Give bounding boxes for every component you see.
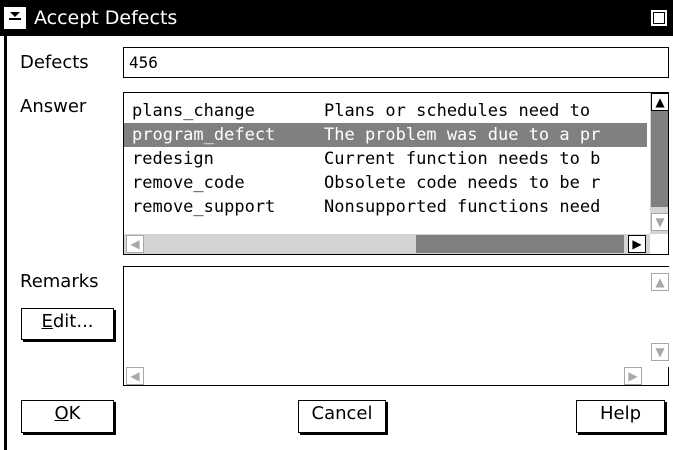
edit-button[interactable]: Edit... <box>21 308 114 340</box>
list-item-selected[interactable]: program_defect The problem was due to a … <box>124 123 647 147</box>
answer-horizontal-scrollbar[interactable]: ◀ ▶ <box>124 234 650 254</box>
list-item[interactable]: plans_change Plans or schedules need to <box>124 99 647 123</box>
ok-mnemonic: O <box>54 403 69 424</box>
maximize-icon[interactable] <box>650 9 668 27</box>
window-title: Accept Defects <box>34 7 178 29</box>
list-item-description: The problem was due to a pr <box>324 125 601 145</box>
defects-input-text[interactable] <box>129 48 649 77</box>
list-item-code: plans_change <box>132 101 255 121</box>
scroll-up-arrow-icon[interactable]: ▲ <box>651 273 669 291</box>
cancel-button[interactable]: Cancel <box>298 400 386 433</box>
system-menu-icon[interactable] <box>4 7 26 29</box>
list-item[interactable]: remove_code Obsolete code needs to be r <box>124 171 647 195</box>
list-item-code: program_defect <box>132 125 276 145</box>
remarks-label: Remarks <box>20 271 99 292</box>
list-item-code: remove_support <box>132 197 276 217</box>
scroll-down-arrow-icon[interactable]: ▼ <box>651 343 669 361</box>
answer-vertical-scrollbar[interactable]: ▲ ▼ <box>650 93 668 234</box>
scroll-up-arrow-icon[interactable]: ▲ <box>651 93 668 111</box>
edit-mnemonic: E <box>41 311 53 332</box>
ok-button[interactable]: OK <box>21 400 114 433</box>
remarks-vertical-scrollbar[interactable]: ▲ ▼ <box>650 267 669 367</box>
horizontal-scroll-thumb[interactable] <box>416 235 624 253</box>
defects-input[interactable] <box>123 47 669 78</box>
scroll-down-arrow-icon[interactable]: ▼ <box>651 213 668 231</box>
list-item-code: remove_code <box>132 173 245 193</box>
list-item-code: redesign <box>132 149 214 169</box>
answer-label: Answer <box>20 96 87 117</box>
scroll-right-arrow-icon[interactable]: ▶ <box>624 367 642 385</box>
list-item-description: Nonsupported functions need <box>324 197 601 217</box>
scroll-left-arrow-icon[interactable]: ◀ <box>126 367 144 385</box>
list-item[interactable]: redesign Current function needs to b <box>124 147 647 171</box>
ok-button-label: K <box>68 403 81 424</box>
answer-listbox[interactable]: plans_change Plans or schedules need to … <box>123 92 669 255</box>
list-item-description: Current function needs to b <box>324 149 601 169</box>
scroll-left-arrow-icon[interactable]: ◀ <box>126 235 144 253</box>
list-item-description: Plans or schedules need to <box>324 101 591 121</box>
remarks-horizontal-scrollbar[interactable]: ◀ ▶ <box>124 367 650 385</box>
list-item-description: Obsolete code needs to be r <box>324 173 601 193</box>
list-item[interactable]: remove_support Nonsupported functions ne… <box>124 195 647 219</box>
help-button[interactable]: Help <box>576 400 665 433</box>
scroll-right-arrow-icon[interactable]: ▶ <box>628 235 646 253</box>
edit-button-label: dit... <box>52 311 94 332</box>
window-left-border <box>0 36 7 450</box>
vertical-scroll-thumb[interactable] <box>651 111 668 207</box>
remarks-textarea[interactable]: ▲ ▼ ◀ ▶ <box>123 266 669 386</box>
defects-label: Defects <box>20 52 89 73</box>
